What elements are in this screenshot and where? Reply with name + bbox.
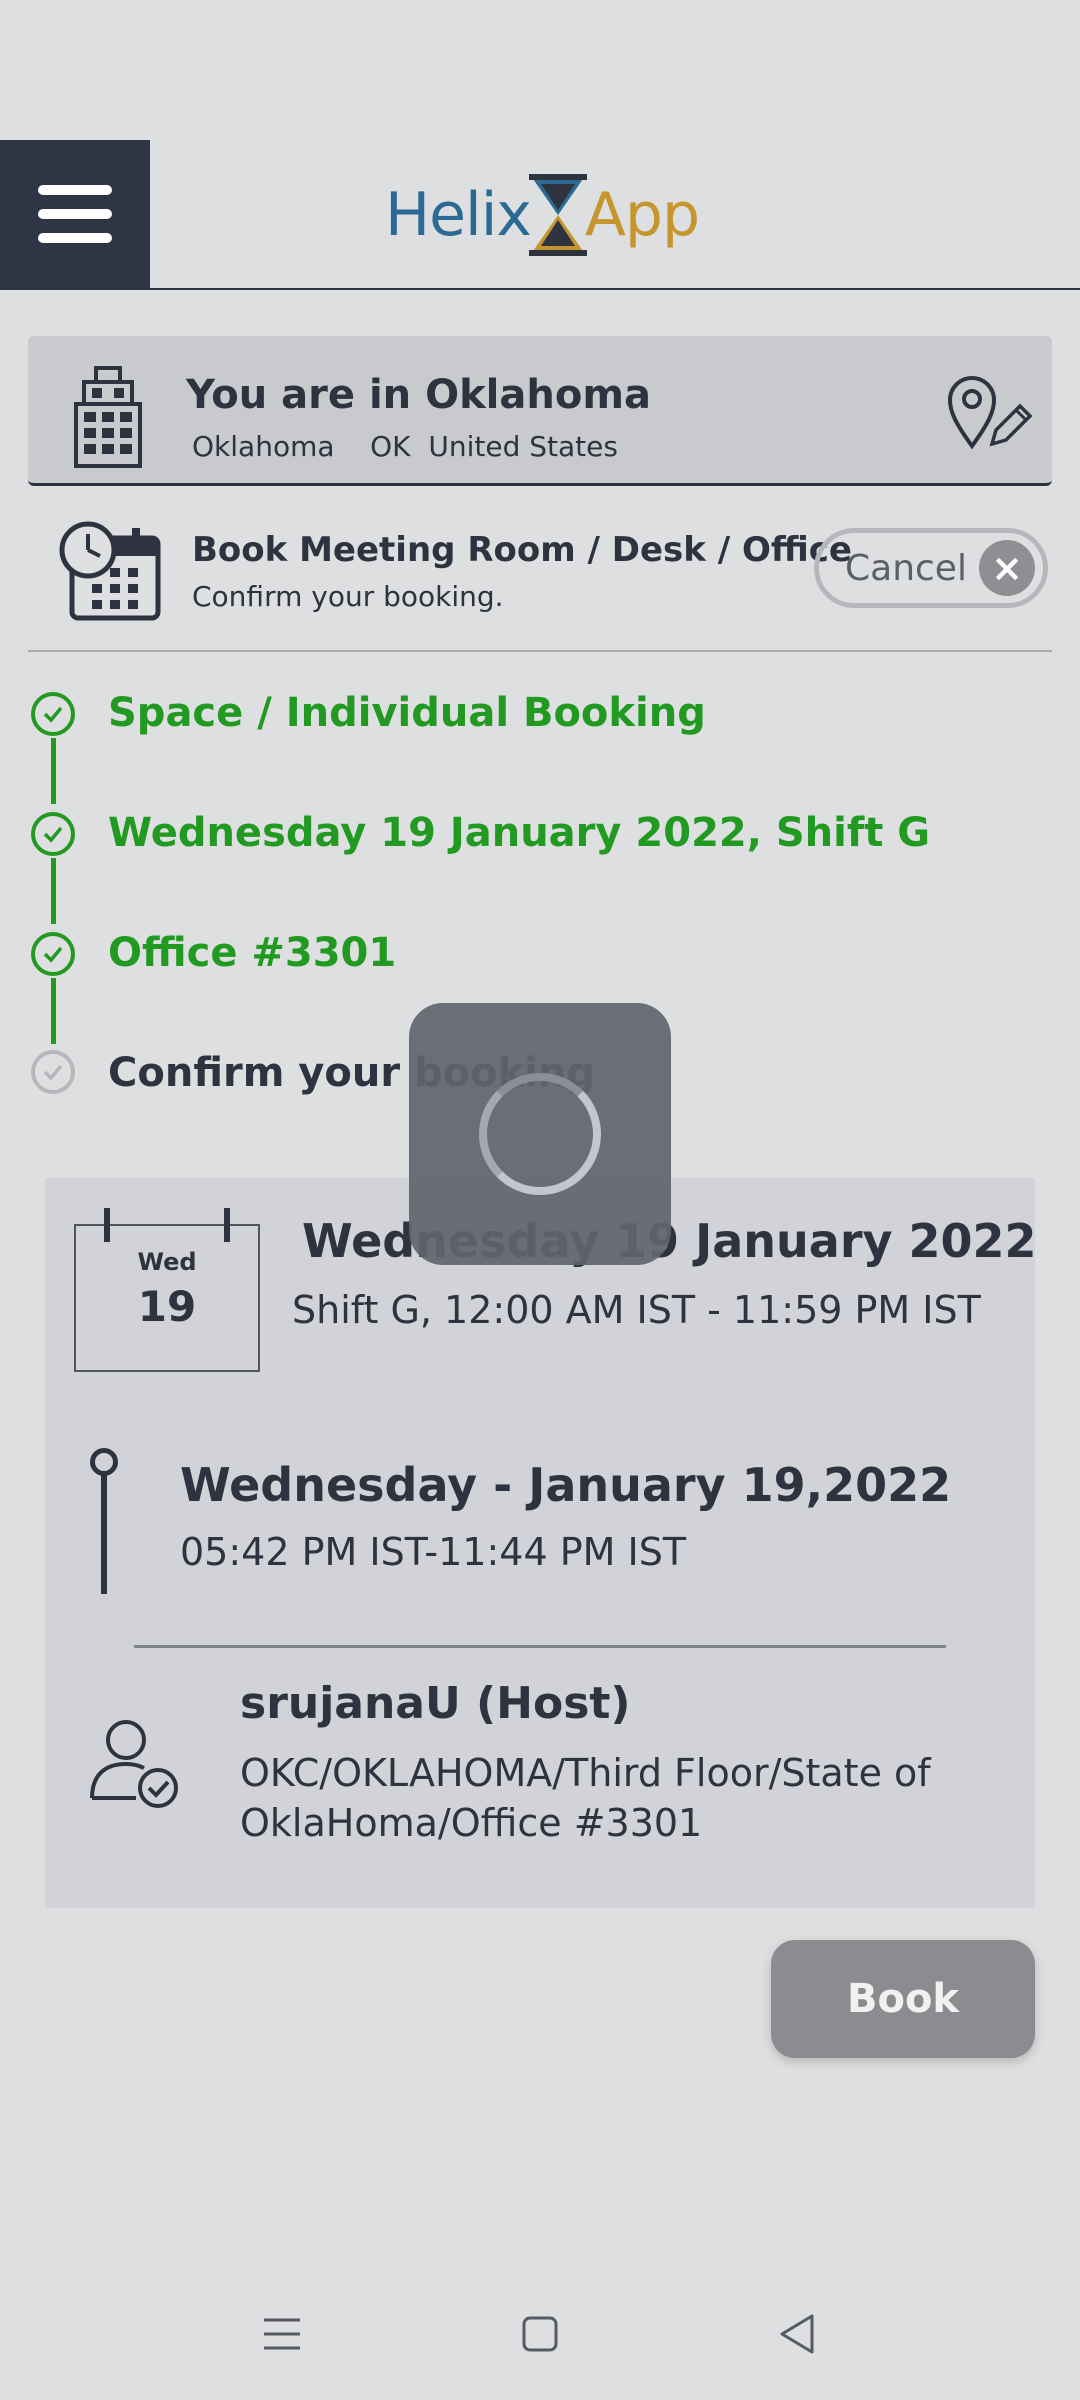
home-icon[interactable] bbox=[520, 2314, 560, 2354]
loading-overlay bbox=[409, 1003, 671, 1265]
step-connector bbox=[51, 858, 56, 924]
divider bbox=[134, 1645, 946, 1648]
step-connector bbox=[51, 978, 56, 1044]
location-card: You are in Oklahoma Oklahoma OK United S… bbox=[28, 336, 1052, 486]
step-check-icon bbox=[31, 812, 75, 856]
divider bbox=[28, 650, 1052, 652]
loading-spinner-icon bbox=[479, 1073, 601, 1195]
step-3-label[interactable]: Office #3301 bbox=[108, 930, 396, 976]
menu-button[interactable] bbox=[0, 140, 150, 288]
cancel-button[interactable]: Cancel × bbox=[814, 528, 1048, 608]
step-check-icon bbox=[31, 932, 75, 976]
booking-subtitle: Confirm your booking. bbox=[192, 580, 504, 613]
recent-apps-icon[interactable] bbox=[262, 2314, 302, 2354]
step-check-icon bbox=[31, 692, 75, 736]
calendar-number: 19 bbox=[137, 1282, 197, 1331]
location-title: You are in Oklahoma bbox=[186, 372, 651, 418]
calendar-day: Wed bbox=[137, 1248, 197, 1276]
calendar-clock-icon bbox=[59, 521, 161, 621]
booking-time-date: Wednesday - January 19,2022 bbox=[180, 1458, 952, 1512]
step-1-label[interactable]: Space / Individual Booking bbox=[108, 690, 706, 736]
hourglass-logo-icon bbox=[528, 174, 587, 256]
step-pending-icon bbox=[31, 1050, 75, 1094]
hamburger-menu-icon bbox=[38, 185, 112, 195]
host-location: OKC/OKLAHOMA/Third Floor/State of OklaHo… bbox=[240, 1751, 931, 1845]
booking-title: Book Meeting Room / Desk / Office bbox=[192, 530, 852, 570]
booking-time-range: 05:42 PM IST-11:44 PM IST bbox=[180, 1530, 687, 1574]
system-nav-bar bbox=[0, 2290, 1080, 2380]
location-edit-icon[interactable] bbox=[946, 372, 1034, 452]
close-icon: × bbox=[979, 540, 1035, 596]
back-icon[interactable] bbox=[778, 2312, 818, 2356]
app-logo: Helix App bbox=[385, 170, 700, 260]
step-2-label[interactable]: Wednesday 19 January 2022, Shift G bbox=[108, 810, 930, 856]
book-button[interactable]: Book bbox=[771, 1940, 1035, 2058]
location-subtitle: Oklahoma OK United States bbox=[192, 430, 618, 463]
host-name: srujanaU (Host) bbox=[240, 1678, 631, 1729]
host-user-check-icon bbox=[90, 1720, 178, 1808]
cancel-label: Cancel bbox=[845, 547, 967, 589]
calendar-date-icon: Wed 19 bbox=[74, 1208, 260, 1372]
app-header: Helix App bbox=[0, 140, 1080, 290]
building-icon bbox=[74, 366, 142, 468]
booking-shift: Shift G, 12:00 AM IST - 11:59 PM IST bbox=[292, 1288, 981, 1332]
step-connector bbox=[51, 738, 56, 804]
